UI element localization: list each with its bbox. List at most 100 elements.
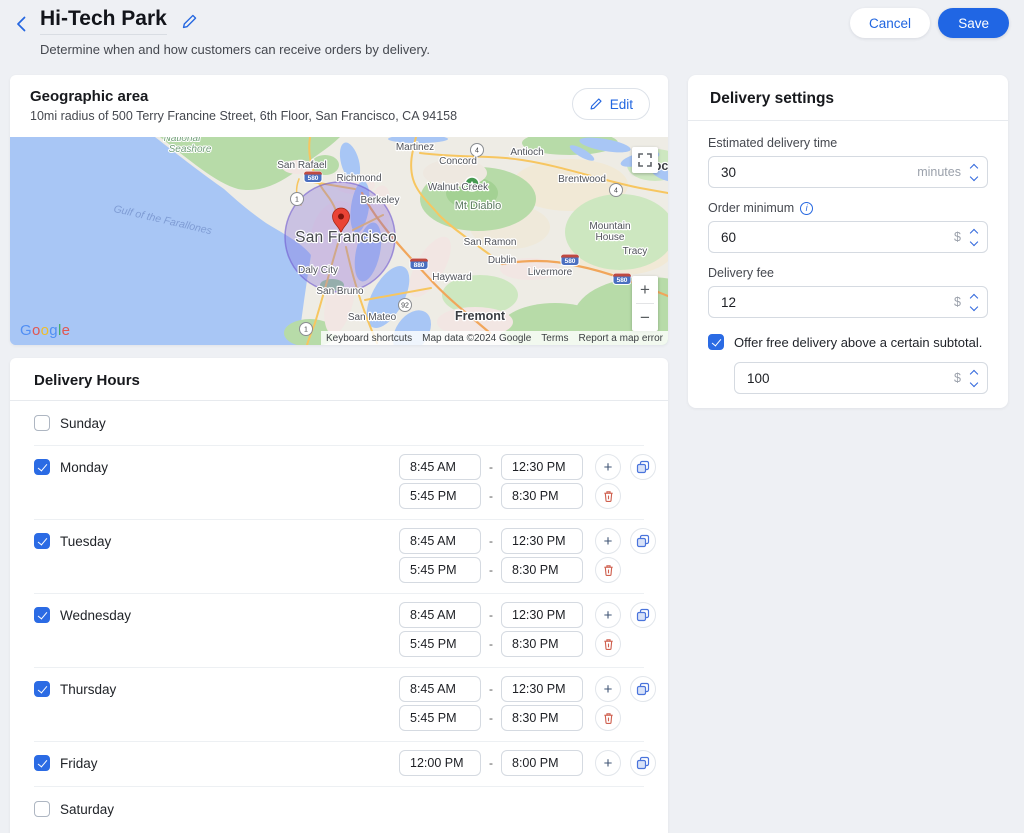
time-input-start[interactable]: 8:45 AM [399,602,481,628]
estimated-delivery-time-input[interactable]: 30minutes [708,156,988,188]
stepper-down-icon[interactable] [970,302,978,310]
map-label: Concord [439,156,477,167]
zoom-out-button[interactable]: − [632,304,658,331]
time-input-end[interactable]: 12:30 PM [501,602,583,628]
map-label: Hayward [432,272,471,283]
stepper-up-icon[interactable] [970,369,978,377]
number-stepper[interactable] [971,230,977,245]
cancel-button[interactable]: Cancel [850,8,930,38]
time-input-start[interactable]: 8:45 AM [399,528,481,554]
stepper-down-icon[interactable] [970,378,978,386]
edit-area-button[interactable]: Edit [572,88,650,120]
copy-hours-button[interactable] [630,602,656,628]
stepper-up-icon[interactable] [970,228,978,236]
map-canvas[interactable]: 580580580880114492NationalSeashoreGulf o… [10,137,668,345]
trash-icon [602,564,615,577]
time-input-start[interactable]: 12:00 PM [399,750,481,776]
add-time-slot-button[interactable]: + [595,602,621,628]
day-checkbox-saturday[interactable] [34,801,50,817]
range-separator: - [481,711,501,725]
map-label: Seashore [169,144,212,155]
info-icon[interactable]: i [800,202,813,215]
map-label: San Mateo [348,312,397,323]
stepper-up-icon[interactable] [970,163,978,171]
input-value: 100 [747,371,954,386]
range-separator: - [481,608,501,622]
time-input-end[interactable]: 8:30 PM [501,705,583,731]
attribution-link[interactable]: Keyboard shortcuts [321,333,417,344]
map-label: Brentwood [558,174,606,185]
attribution-link[interactable]: Map data ©2024 Google [417,333,536,344]
fullscreen-button[interactable] [632,147,658,173]
add-time-slot-button[interactable]: + [595,750,621,776]
day-checkbox-sunday[interactable] [34,415,50,431]
time-input-end[interactable]: 12:30 PM [501,528,583,554]
road-shield: 92 [399,299,412,312]
time-input-end[interactable]: 8:00 PM [501,750,583,776]
time-input-start[interactable]: 5:45 PM [399,631,481,657]
stepper-up-icon[interactable] [970,293,978,301]
map-label: Antioch [510,147,543,158]
day-label: Friday [60,756,98,771]
time-input-start[interactable]: 5:45 PM [399,705,481,731]
geographic-area-address: 10mi radius of 500 Terry Francine Street… [30,109,648,123]
map-attribution: Keyboard shortcutsMap data ©2024 GoogleT… [321,331,668,345]
copy-hours-button[interactable] [630,454,656,480]
day-checkbox-thursday[interactable] [34,681,50,697]
time-input-end[interactable]: 12:30 PM [501,454,583,480]
time-input-end[interactable]: 8:30 PM [501,483,583,509]
estimated-delivery-time-field: Estimated delivery time30minutes [708,136,988,188]
time-input-start[interactable]: 5:45 PM [399,483,481,509]
fullscreen-icon [638,153,652,167]
add-time-slot-button[interactable]: + [595,528,621,554]
number-stepper[interactable] [971,165,977,180]
edit-title-button[interactable] [181,13,198,30]
delete-time-slot-button[interactable] [595,483,621,509]
free-delivery-subtotal-input[interactable]: 100$ [734,362,988,394]
range-separator: - [481,637,501,651]
attribution-link[interactable]: Terms [536,333,573,344]
copy-hours-button[interactable] [630,676,656,702]
attribution-link[interactable]: Report a map error [574,333,668,344]
map-label: Mountain [589,221,630,232]
save-button[interactable]: Save [938,8,1009,38]
time-slots: 12:00 PM-8:00 PM+ [399,750,656,776]
delete-time-slot-button[interactable] [595,631,621,657]
time-slot-row: 8:45 AM-12:30 PM+ [399,454,656,480]
add-time-slot-button[interactable]: + [595,676,621,702]
number-stepper[interactable] [971,371,977,386]
day-checkbox-friday[interactable] [34,755,50,771]
time-slots: 8:45 AM-12:30 PM+5:45 PM-8:30 PM [399,454,656,509]
add-time-slot-button[interactable]: + [595,454,621,480]
day-checkbox-monday[interactable] [34,459,50,475]
day-checkbox-tuesday[interactable] [34,533,50,549]
svg-text:4: 4 [475,148,479,155]
svg-text:880: 880 [414,262,425,269]
zoom-in-button[interactable]: + [632,276,658,303]
copy-hours-button[interactable] [630,750,656,776]
time-input-end[interactable]: 8:30 PM [501,631,583,657]
geographic-area-card: Geographic area 10mi radius of 500 Terry… [10,75,668,345]
time-input-start[interactable]: 5:45 PM [399,557,481,583]
time-input-start[interactable]: 8:45 AM [399,454,481,480]
time-input-start[interactable]: 8:45 AM [399,676,481,702]
map-label: Daly City [298,265,338,276]
day-checkbox-wednesday[interactable] [34,607,50,623]
back-button[interactable] [8,11,34,37]
stepper-down-icon[interactable] [970,172,978,180]
delivery-fee-input[interactable]: 12$ [708,286,988,318]
input-value: 12 [721,295,954,310]
input-suffix: $ [954,371,961,385]
copy-hours-button[interactable] [630,528,656,554]
delete-time-slot-button[interactable] [595,705,621,731]
number-stepper[interactable] [971,295,977,310]
delete-time-slot-button[interactable] [595,557,621,583]
map[interactable]: 580580580880114492NationalSeashoreGulf o… [10,137,668,345]
order-minimum-input[interactable]: 60$ [708,221,988,253]
road-shield: 4 [471,144,484,157]
free-delivery-checkbox[interactable] [708,334,724,350]
stepper-down-icon[interactable] [970,237,978,245]
google-logo[interactable]: Google [20,322,70,339]
time-input-end[interactable]: 12:30 PM [501,676,583,702]
time-input-end[interactable]: 8:30 PM [501,557,583,583]
